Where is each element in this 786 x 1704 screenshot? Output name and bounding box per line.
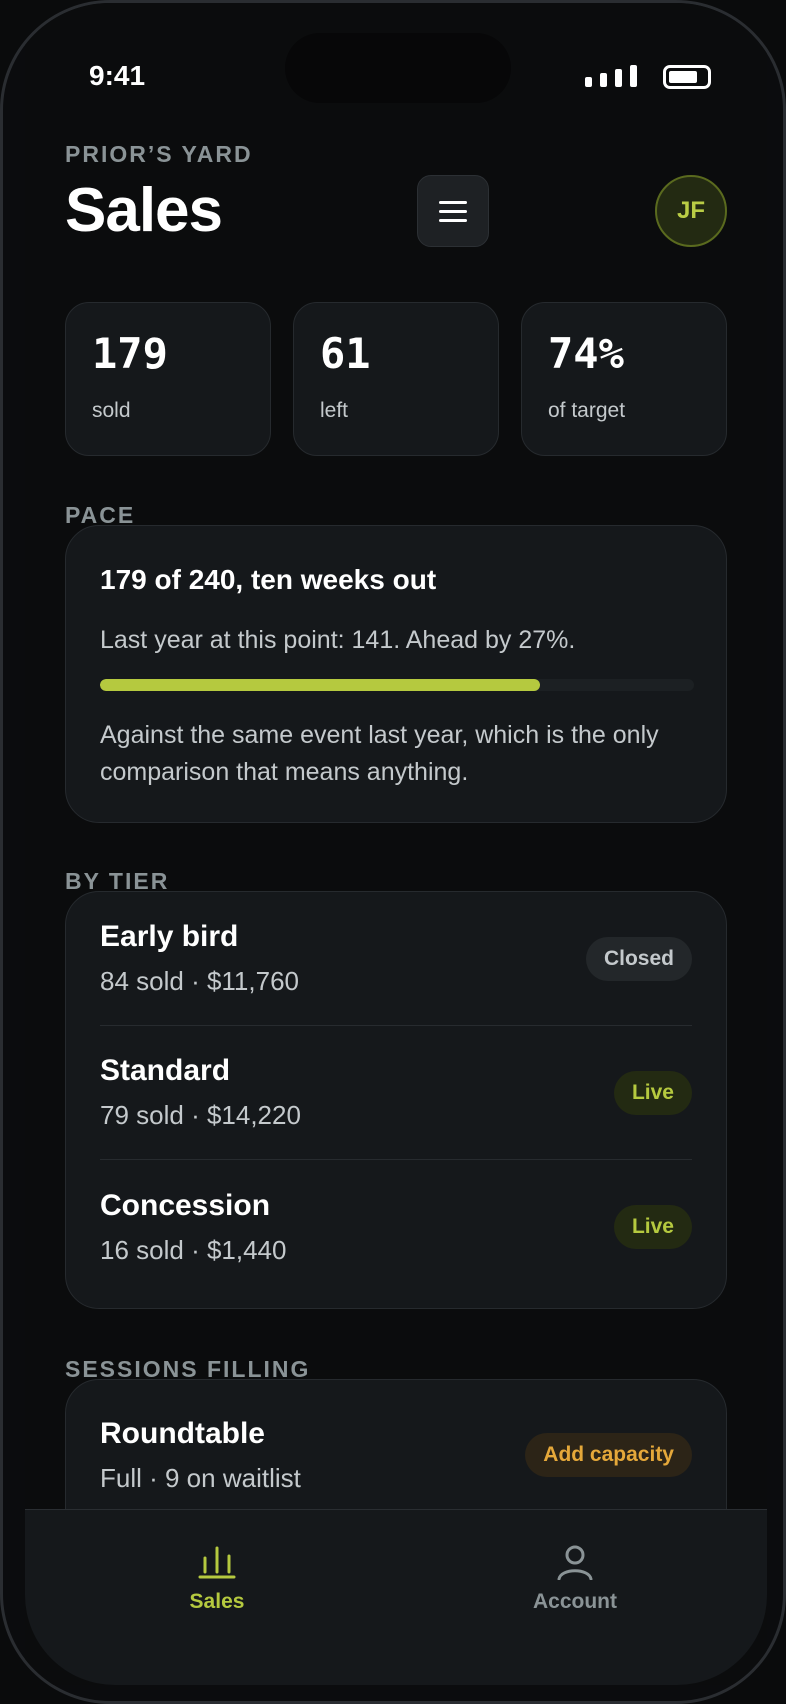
app-screen: 9:41 PRIOR’S YARD Sales JF 179 sold 61 l… xyxy=(25,3,767,1685)
menu-button[interactable] xyxy=(417,175,489,247)
tab-account[interactable]: Account xyxy=(495,1544,655,1614)
tab-label: Sales xyxy=(189,1590,245,1613)
tab-bar: Sales Account xyxy=(25,1509,767,1685)
status-badge: Closed xyxy=(585,936,692,981)
tier-meta: 84 sold · $11,760 xyxy=(100,966,299,996)
session-name: Roundtable xyxy=(100,1416,265,1450)
tier-row[interactable]: Standard 79 sold · $14,220 Live xyxy=(100,1026,692,1160)
device-frame: 9:41 PRIOR’S YARD Sales JF 179 sold 61 l… xyxy=(0,0,786,1704)
status-bar: 9:41 xyxy=(25,3,767,103)
battery-icon xyxy=(663,65,711,89)
stat-label: left xyxy=(320,399,349,422)
venue-name: PRIOR’S YARD xyxy=(65,141,253,167)
stats-row: 179 sold 61 left 74% of target xyxy=(65,302,727,456)
tier-meta: 16 sold · $1,440 xyxy=(100,1234,287,1265)
tier-row[interactable]: Early bird 84 sold · $11,760 Closed xyxy=(100,892,692,1026)
menu-icon xyxy=(439,200,467,204)
tab-label: Account xyxy=(533,1590,617,1613)
tab-sales[interactable]: Sales xyxy=(137,1544,297,1614)
tier-name: Concession xyxy=(100,1188,271,1222)
pace-progress-fill xyxy=(100,679,540,691)
tier-name: Standard xyxy=(100,1054,231,1087)
tier-row[interactable]: Concession 16 sold · $1,440 Live xyxy=(100,1160,692,1294)
session-row[interactable]: Roundtable Full · 9 on waitlist Add capa… xyxy=(100,1380,692,1530)
status-time: 9:41 xyxy=(89,60,146,91)
stat-card-target: 74% of target xyxy=(521,302,727,456)
session-meta: Full · 9 on waitlist xyxy=(100,1462,301,1493)
stat-label: sold xyxy=(92,399,131,422)
page-title: Sales xyxy=(65,176,223,245)
person-icon xyxy=(557,1545,593,1580)
pace-card: 179 of 240, ten weeks out Last year at t… xyxy=(65,525,727,823)
stat-label: of target xyxy=(548,399,626,422)
avatar[interactable]: JF xyxy=(655,175,727,247)
pace-progress-bar xyxy=(100,679,694,691)
stat-value: 179 xyxy=(92,329,168,378)
tiers-card: Early bird 84 sold · $11,760 Closed Stan… xyxy=(65,891,727,1309)
status-badge: Live xyxy=(613,1205,692,1249)
tier-meta: 79 sold · $14,220 xyxy=(100,1100,301,1130)
pace-headline: 179 of 240, ten weeks out xyxy=(100,564,437,595)
status-badge: Live xyxy=(613,1070,692,1115)
stat-value: 74% xyxy=(548,329,624,378)
stat-value: 61 xyxy=(320,329,371,378)
tier-name: Early bird xyxy=(100,920,239,953)
pace-note: Against the same event last year, which … xyxy=(100,721,659,786)
stat-card-left: 61 left xyxy=(293,302,499,456)
pace-subline: Last year at this point: 141. Ahead by 2… xyxy=(100,626,576,654)
signal-icon xyxy=(585,65,637,87)
bar-chart-icon xyxy=(198,1546,236,1579)
add-capacity-button[interactable]: Add capacity xyxy=(525,1433,692,1477)
stat-card-sold: 179 sold xyxy=(65,302,271,456)
dynamic-island xyxy=(285,33,511,103)
